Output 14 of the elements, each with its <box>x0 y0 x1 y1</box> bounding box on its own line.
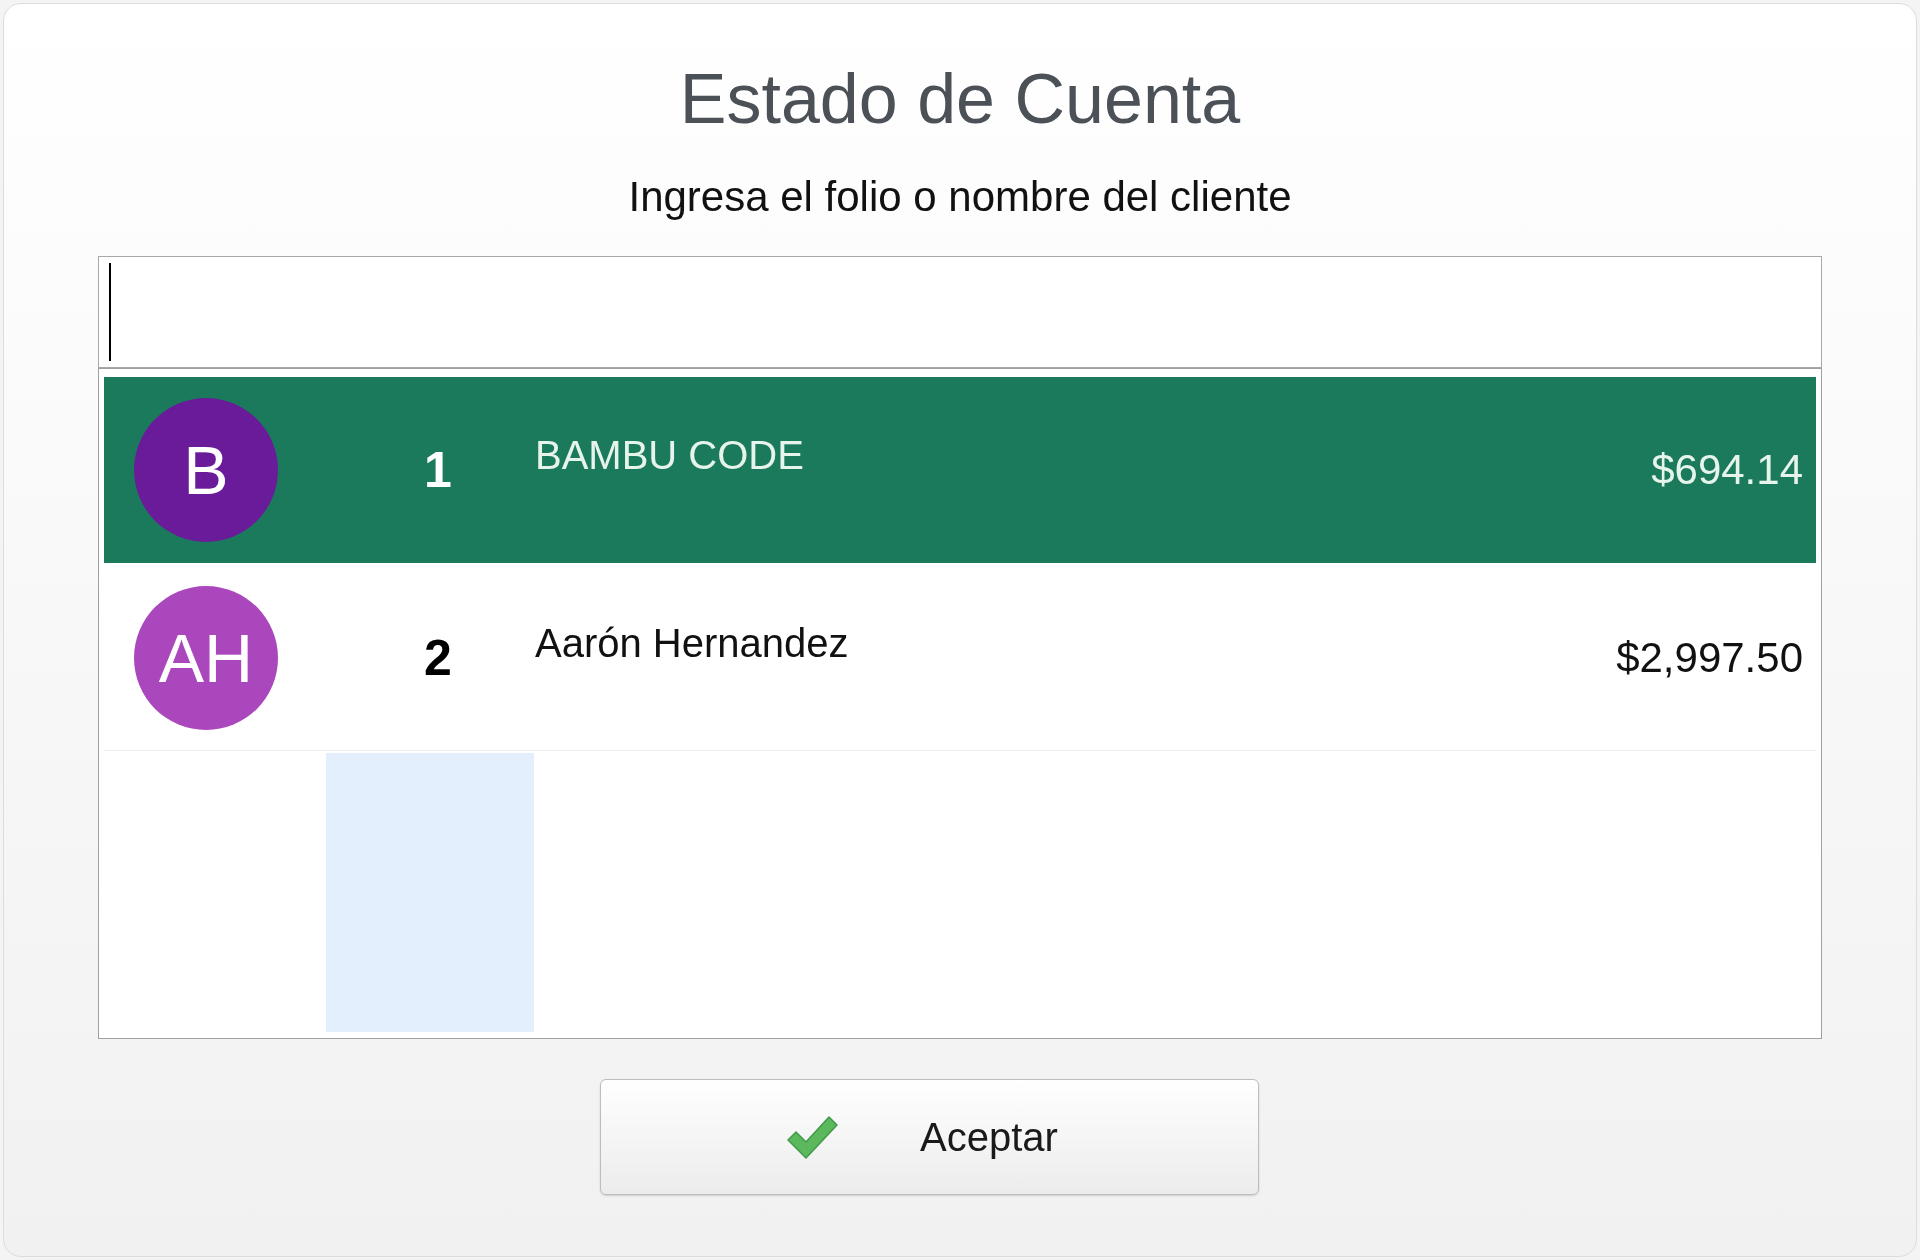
checkmark-icon <box>787 1115 838 1159</box>
avatar: B <box>134 398 278 542</box>
dialog-subtitle: Ingresa el folio o nombre del cliente <box>628 176 1292 218</box>
accept-button[interactable]: Aceptar <box>600 1079 1259 1195</box>
client-name: BAMBU CODE <box>535 435 804 475</box>
search-field[interactable] <box>98 256 1822 368</box>
client-name: Aarón Hernandez <box>535 622 849 663</box>
client-row[interactable]: B 1 BAMBU CODE $694.14 <box>104 377 1816 563</box>
balance-amount: $694.14 <box>1651 449 1803 491</box>
balance-amount: $2,997.50 <box>1616 636 1803 679</box>
dialog-title: Estado de Cuenta <box>679 64 1241 134</box>
avatar: AH <box>134 585 278 730</box>
folio-number: 2 <box>423 632 453 683</box>
folio-number: 1 <box>423 445 453 495</box>
